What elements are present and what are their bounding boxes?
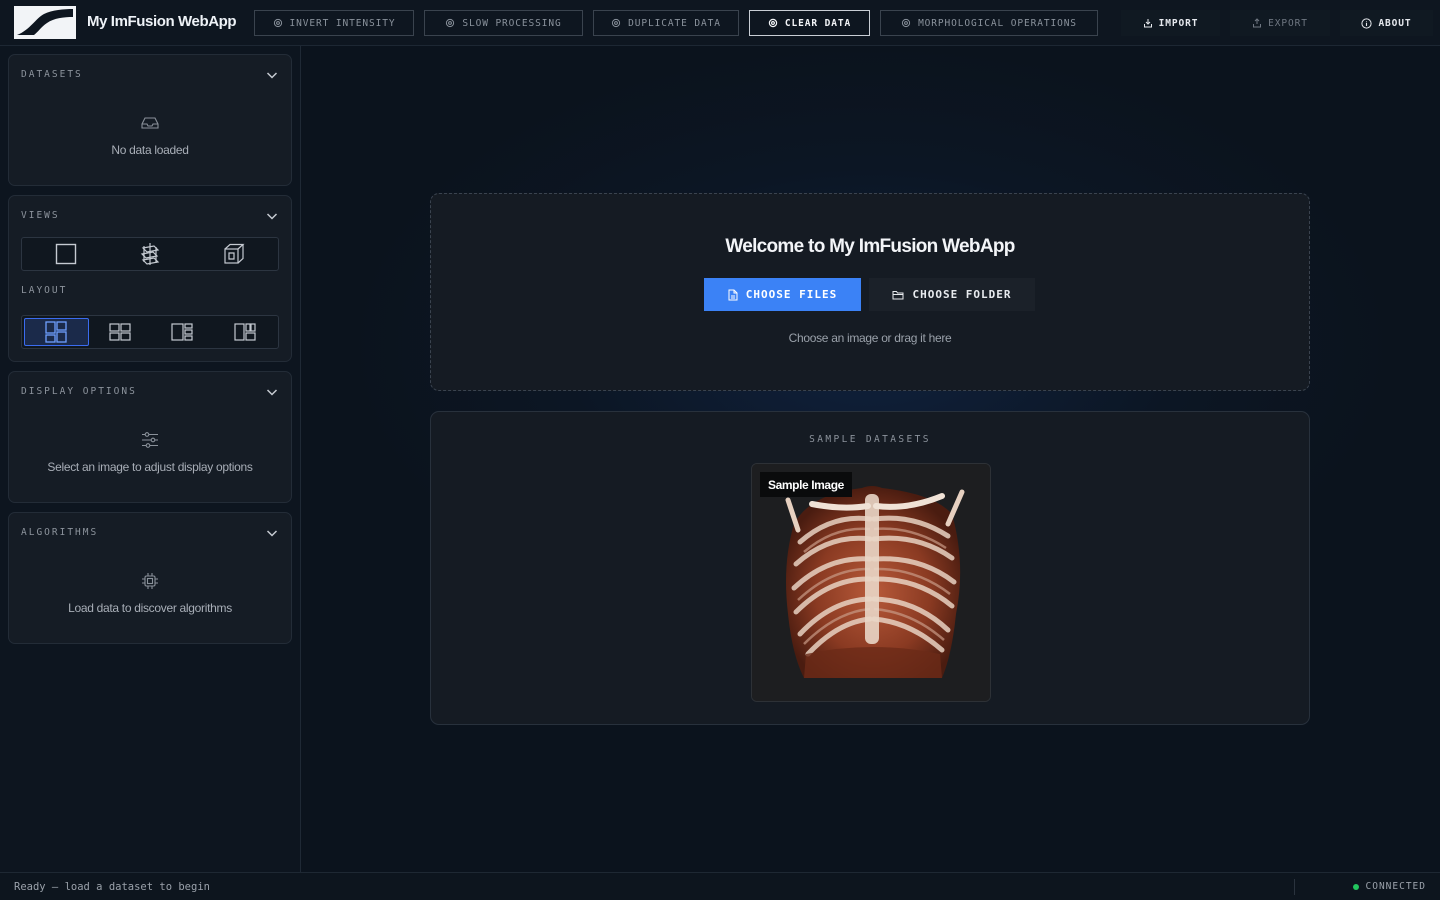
clear-data-button[interactable]: CLEAR DATA (749, 10, 870, 36)
chevron-down-icon[interactable] (265, 385, 279, 399)
layout-column-icon (234, 323, 256, 341)
drop-hint: Choose an image or drag it here (788, 331, 952, 345)
algo-button-label: MORPHOLOGICAL OPERATIONS (918, 17, 1077, 29)
gear-icon (446, 18, 455, 28)
main-area: Welcome to My ImFusion WebApp CHOOSE FIL… (301, 46, 1440, 872)
algo-button-label: SLOW PROCESSING (462, 17, 562, 29)
folder-icon (892, 290, 904, 299)
gear-icon (612, 18, 621, 28)
about-label: ABOUT (1378, 17, 1412, 29)
layout-option-main-left[interactable] (24, 318, 89, 346)
chevron-down-icon[interactable] (265, 526, 279, 540)
status-text: Ready — load a dataset to begin (14, 881, 210, 893)
sample-thumbnail (752, 464, 990, 701)
status-dot-icon (1352, 883, 1359, 890)
views-panel: VIEWS LAYOUT (8, 195, 292, 362)
slice-3d-icon (140, 243, 160, 265)
duplicate-data-button[interactable]: DUPLICATE DATA (593, 10, 739, 36)
layout-option-grid[interactable] (89, 318, 152, 346)
app-logo (14, 6, 76, 39)
slow-processing-button[interactable]: SLOW PROCESSING (424, 10, 583, 36)
top-bar: My ImFusion WebApp INVERT INTENSITY SLOW… (0, 0, 1440, 46)
gear-icon (901, 18, 911, 28)
view-selector (21, 237, 279, 271)
connection-status: CONNECTED (1352, 881, 1426, 892)
choose-folder-label: CHOOSE FOLDER (912, 288, 1012, 301)
layout-option-main-right[interactable] (151, 318, 214, 346)
invert-intensity-button[interactable]: INVERT INTENSITY (254, 10, 414, 36)
status-divider (1294, 879, 1295, 895)
choose-folder-button[interactable]: CHOOSE FOLDER (869, 278, 1035, 311)
algo-button-label: CLEAR DATA (784, 17, 852, 29)
layout-main-right-icon (171, 323, 193, 341)
layout-main-left-icon (45, 321, 67, 343)
view-option-volume[interactable] (192, 240, 276, 268)
sliders-icon (142, 432, 158, 448)
panel-title: DATASETS (21, 69, 83, 80)
datasets-panel: DATASETS No data loaded (8, 54, 292, 186)
view-option-single[interactable] (24, 240, 108, 268)
view-option-slices-3d[interactable] (108, 240, 192, 268)
export-label: EXPORT (1268, 17, 1308, 29)
about-button[interactable]: ABOUT (1340, 10, 1433, 36)
import-button[interactable]: IMPORT (1121, 10, 1220, 36)
sidebar: DATASETS No data loaded VIEWS LAYOUT DIS… (0, 46, 301, 872)
display-options-empty-text: Select an image to adjust display option… (47, 460, 253, 474)
algo-button-label: DUPLICATE DATA (628, 17, 721, 29)
chip-icon (142, 573, 158, 589)
info-icon (1361, 17, 1373, 29)
welcome-title: Welcome to My ImFusion WebApp (725, 236, 1015, 257)
inbox-icon (141, 117, 159, 129)
layout-option-column[interactable] (214, 318, 277, 346)
volume-cube-icon (224, 243, 245, 264)
morphological-operations-button[interactable]: MORPHOLOGICAL OPERATIONS (880, 10, 1098, 36)
chevron-down-icon[interactable] (265, 68, 279, 82)
layout-selector (21, 315, 279, 349)
gear-icon (273, 18, 282, 28)
import-icon (1143, 19, 1152, 28)
algo-button-label: INVERT INTENSITY (289, 17, 396, 29)
export-icon (1253, 18, 1262, 28)
algorithms-panel: ALGORITHMS Load data to discover algorit… (8, 512, 292, 644)
gear-icon (768, 18, 778, 28)
algorithms-empty-text: Load data to discover algorithms (68, 601, 232, 615)
import-label: IMPORT (1158, 17, 1199, 29)
sample-label: Sample Image (760, 472, 852, 497)
datasets-empty-text: No data loaded (111, 143, 189, 157)
choose-files-label: CHOOSE FILES (745, 288, 838, 301)
sample-datasets-panel: SAMPLE DATASETS Sample Image (430, 411, 1310, 725)
panel-title: VIEWS (21, 210, 60, 221)
app-title: My ImFusion WebApp (87, 13, 237, 30)
single-view-icon (55, 243, 77, 265)
connection-label: CONNECTED (1365, 881, 1426, 892)
choose-files-button[interactable]: CHOOSE FILES (704, 278, 861, 311)
file-icon (728, 289, 738, 300)
samples-title: SAMPLE DATASETS (809, 434, 931, 445)
chevron-down-icon[interactable] (265, 209, 279, 223)
panel-title: DISPLAY OPTIONS (21, 386, 137, 397)
layout-title: LAYOUT (21, 285, 68, 296)
panel-title: ALGORITHMS (21, 527, 99, 538)
layout-grid-icon (109, 323, 131, 341)
export-button[interactable]: EXPORT (1230, 10, 1330, 36)
display-options-panel: DISPLAY OPTIONS Select an image to adjus… (8, 371, 292, 503)
status-bar: Ready — load a dataset to begin CONNECTE… (0, 872, 1440, 900)
drop-zone[interactable]: Welcome to My ImFusion WebApp CHOOSE FIL… (430, 193, 1310, 391)
sample-card[interactable]: Sample Image (751, 463, 991, 702)
